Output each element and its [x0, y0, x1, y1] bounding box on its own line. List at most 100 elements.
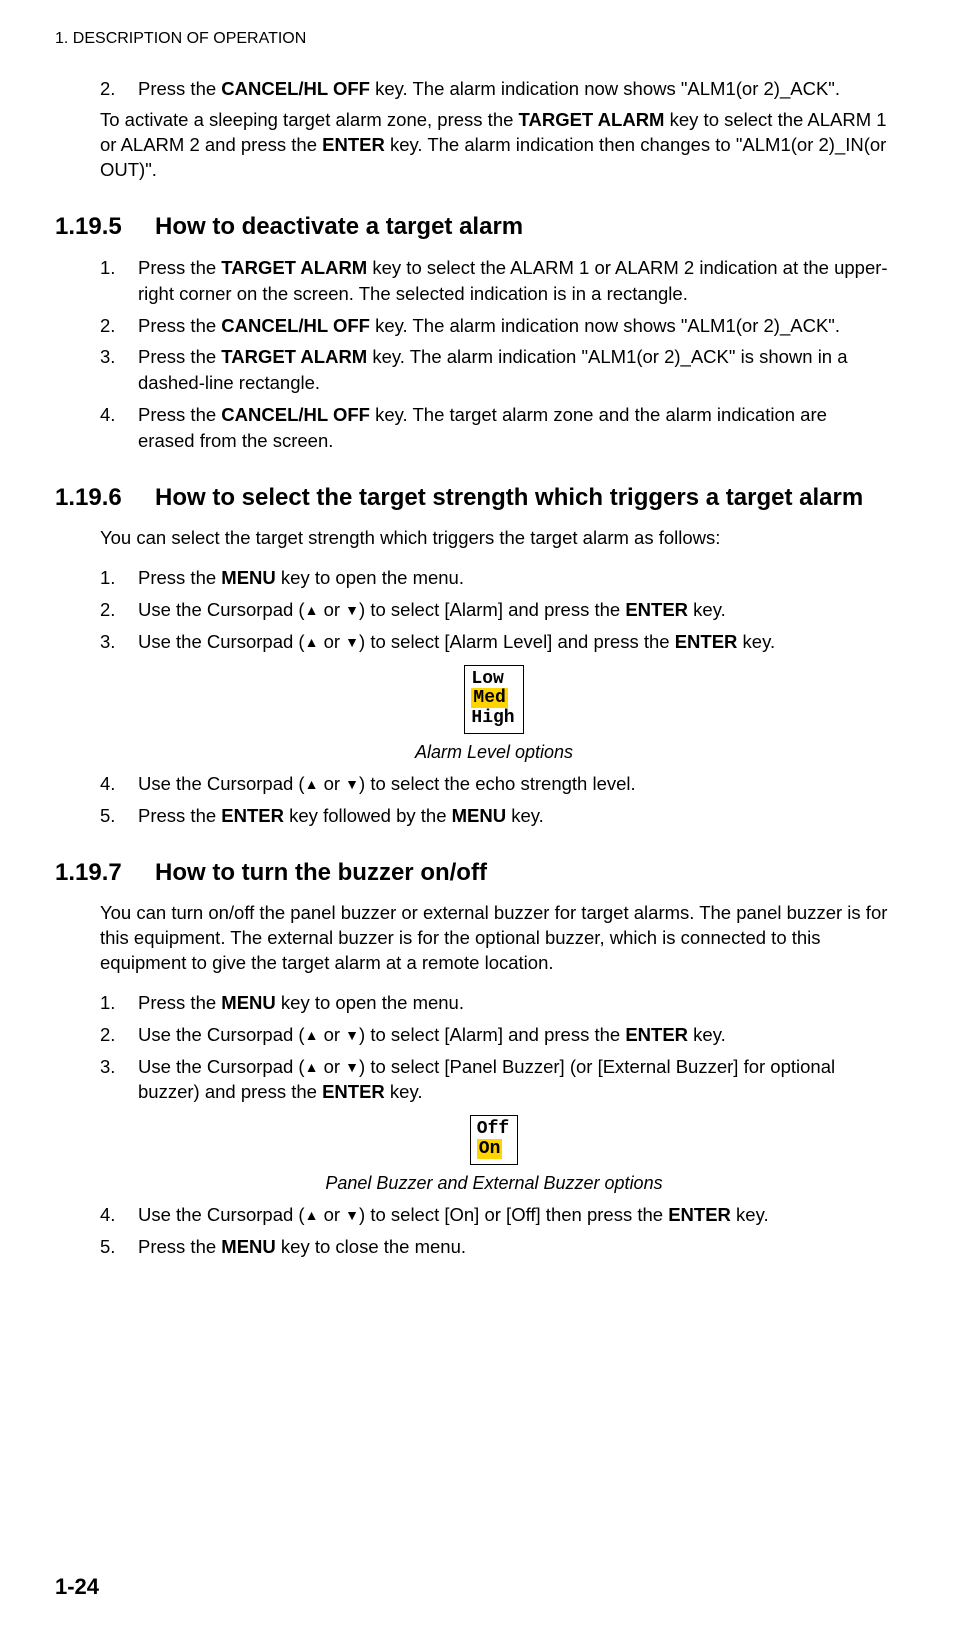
text: or [318, 1056, 345, 1077]
figure: Low Med High [100, 665, 888, 734]
section-heading: 1.19.5 How to deactivate a target alarm [55, 213, 888, 241]
text: Press the [138, 567, 221, 588]
list-item: 4. Use the Cursorpad (▲ or ▼) to select … [100, 1202, 888, 1228]
item-text: Use the Cursorpad (▲ or ▼) to select [Al… [138, 629, 888, 655]
text: key followed by the [284, 805, 452, 826]
list-item: 2. Press the CANCEL/HL OFF key. The alar… [100, 313, 888, 339]
list-item: 5. Press the MENU key to close the menu. [100, 1234, 888, 1260]
text: ) to select the echo strength level. [359, 773, 636, 794]
option-selected: Med [471, 689, 514, 709]
item-number: 3. [100, 629, 138, 655]
highlight: Med [471, 688, 507, 708]
option: Low [471, 670, 514, 690]
text: Press the [138, 257, 221, 278]
item-text: Press the ENTER key followed by the MENU… [138, 803, 888, 829]
section-heading: 1.19.6 How to select the target strength… [55, 484, 888, 512]
item-number: 1. [100, 565, 138, 591]
key-name: MENU [221, 992, 275, 1013]
key-name: ENTER [221, 805, 284, 826]
key-name: CANCEL/HL OFF [221, 78, 370, 99]
item-text: Press the TARGET ALARM key. The alarm in… [138, 344, 888, 396]
item-number: 4. [100, 1202, 138, 1228]
section-heading: 1.19.7 How to turn the buzzer on/off [55, 859, 888, 887]
item-text: Use the Cursorpad (▲ or ▼) to select [Pa… [138, 1054, 888, 1106]
text: key. [385, 1081, 423, 1102]
text: key. The alarm indication now shows "ALM… [370, 315, 840, 336]
arrow-up-icon: ▲ [305, 1027, 319, 1043]
arrow-down-icon: ▼ [345, 1059, 359, 1075]
key-name: ENTER [322, 1081, 385, 1102]
list-item: 2. Use the Cursorpad (▲ or ▼) to select … [100, 597, 888, 623]
key-name: TARGET ALARM [519, 109, 665, 130]
list-item: 2. Press the CANCEL/HL OFF key. The alar… [100, 76, 888, 102]
item-number: 4. [100, 771, 138, 797]
text: Use the Cursorpad ( [138, 631, 305, 652]
key-name: TARGET ALARM [221, 346, 367, 367]
list-item: 1. Press the MENU key to open the menu. [100, 565, 888, 591]
key-name: MENU [221, 567, 275, 588]
section-title: How to deactivate a target alarm [155, 213, 888, 241]
section-title: How to turn the buzzer on/off [155, 859, 888, 887]
item-number: 2. [100, 597, 138, 623]
text: key to open the menu. [276, 992, 464, 1013]
item-number: 3. [100, 1054, 138, 1106]
highlight: On [477, 1139, 503, 1159]
item-number: 5. [100, 1234, 138, 1260]
section-number: 1.19.6 [55, 484, 155, 512]
text: ) to select [On] or [Off] then press the [359, 1204, 668, 1225]
arrow-up-icon: ▲ [305, 1059, 319, 1075]
list-item: 3. Use the Cursorpad (▲ or ▼) to select … [100, 629, 888, 655]
item-number: 4. [100, 402, 138, 454]
arrow-down-icon: ▼ [345, 776, 359, 792]
item-text: Use the Cursorpad (▲ or ▼) to select the… [138, 771, 888, 797]
text: Press the [138, 992, 221, 1013]
key-name: CANCEL/HL OFF [221, 404, 370, 425]
arrow-down-icon: ▼ [345, 602, 359, 618]
text: or [318, 599, 345, 620]
text: ) to select [Alarm] and press the [359, 599, 625, 620]
chapter-header: 1. DESCRIPTION OF OPERATION [55, 30, 888, 48]
key-name: CANCEL/HL OFF [221, 315, 370, 336]
arrow-up-icon: ▲ [305, 1207, 319, 1223]
list-item: 1. Press the MENU key to open the menu. [100, 990, 888, 1016]
section-title: How to select the target strength which … [155, 484, 888, 512]
paragraph: You can select the target strength which… [100, 526, 888, 551]
arrow-up-icon: ▲ [305, 602, 319, 618]
figure: Off On [100, 1115, 888, 1165]
text: or [318, 631, 345, 652]
option: Off [477, 1120, 509, 1140]
text: Press the [138, 805, 221, 826]
text: Use the Cursorpad ( [138, 1024, 305, 1045]
paragraph: You can turn on/off the panel buzzer or … [100, 901, 888, 976]
figure-caption: Alarm Level options [100, 742, 888, 763]
paragraph: To activate a sleeping target alarm zone… [100, 108, 888, 183]
arrow-up-icon: ▲ [305, 776, 319, 792]
arrow-down-icon: ▼ [345, 634, 359, 650]
list-item: 5. Press the ENTER key followed by the M… [100, 803, 888, 829]
item-number: 1. [100, 255, 138, 307]
key-name: ENTER [675, 631, 738, 652]
text: key. [506, 805, 544, 826]
item-text: Use the Cursorpad (▲ or ▼) to select [Al… [138, 1022, 888, 1048]
section-number: 1.19.5 [55, 213, 155, 241]
key-name: MENU [221, 1236, 275, 1257]
text: Press the [138, 315, 221, 336]
text: ) to select [Alarm] and press the [359, 1024, 625, 1045]
text: key to close the menu. [276, 1236, 466, 1257]
text: Use the Cursorpad ( [138, 1056, 305, 1077]
text: or [318, 773, 345, 794]
text: or [318, 1204, 345, 1225]
arrow-down-icon: ▼ [345, 1027, 359, 1043]
item-text: Press the TARGET ALARM key to select the… [138, 255, 888, 307]
text: Press the [138, 1236, 221, 1257]
text: key. The alarm indication now shows "ALM… [370, 78, 840, 99]
text: Use the Cursorpad ( [138, 773, 305, 794]
item-number: 3. [100, 344, 138, 396]
page-number: 1-24 [55, 1574, 99, 1600]
text: Use the Cursorpad ( [138, 1204, 305, 1225]
text: key. [731, 1204, 769, 1225]
list-item: 3. Press the TARGET ALARM key. The alarm… [100, 344, 888, 396]
text: key to open the menu. [276, 567, 464, 588]
list-item: 4. Use the Cursorpad (▲ or ▼) to select … [100, 771, 888, 797]
key-name: ENTER [625, 599, 688, 620]
